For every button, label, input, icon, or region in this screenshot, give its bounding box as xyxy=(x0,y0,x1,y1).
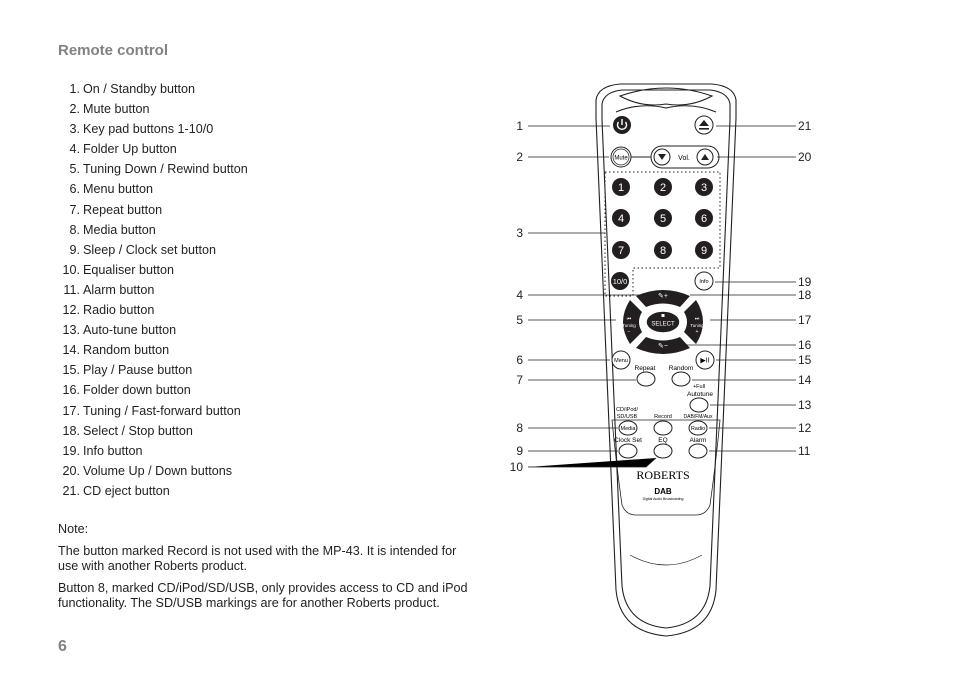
callout-number: 19 xyxy=(798,275,812,289)
mute-label: Mute xyxy=(614,156,628,162)
callout-number: 10 xyxy=(510,460,524,474)
callout-number: 5 xyxy=(516,313,523,327)
media-label: Media xyxy=(621,426,637,432)
callout-number: 12 xyxy=(798,421,812,435)
folder-up-icon: ✎+ xyxy=(658,293,668,300)
key-label: 6 xyxy=(701,213,707,225)
callout-number: 17 xyxy=(798,313,812,327)
dab-logo: DAB xyxy=(654,487,672,496)
info-label: Info xyxy=(699,279,708,285)
volume-label: Vol. xyxy=(678,155,690,162)
autotune-button[interactable] xyxy=(689,397,709,413)
radio-label: Radio xyxy=(691,426,705,432)
callout-number: 21 xyxy=(798,119,812,133)
key-label: 7 xyxy=(618,245,624,257)
key-label: 2 xyxy=(660,182,666,194)
menu-label: Menu xyxy=(614,358,628,364)
callout-number: 4 xyxy=(516,288,523,302)
clock-set-button[interactable] xyxy=(618,443,638,459)
alarm-label: Alarm xyxy=(690,437,707,444)
record-label: Record xyxy=(654,414,672,420)
random-label: Random xyxy=(669,365,694,372)
callout-number: 2 xyxy=(516,150,523,164)
callout-number: 11 xyxy=(798,444,811,458)
callout-number: 16 xyxy=(798,338,812,352)
fast-forward-icon: ⏭ xyxy=(695,316,700,322)
callout-number: 13 xyxy=(798,398,812,412)
repeat-button[interactable] xyxy=(636,371,656,387)
callout-number: 9 xyxy=(516,444,523,458)
remote-control-diagram: Mute Vol. 1 2 34 5 67 8 9 10/0 Info ✎+ ✎− ⏮ Tu… xyxy=(510,83,812,637)
key-label: 8 xyxy=(660,245,666,257)
callout-number: 6 xyxy=(516,353,523,367)
key-label: 9 xyxy=(701,245,707,257)
eq-label: EQ xyxy=(658,437,667,444)
svg-text:−: − xyxy=(628,329,631,335)
rewind-icon: ⏮ xyxy=(627,316,632,322)
callout-number: 8 xyxy=(516,421,523,435)
tuning-down-label: Tuning xyxy=(622,323,636,328)
media-top-label-1: CD/iPod/ xyxy=(616,407,638,413)
radio-top-label: DAB/FM/Aux xyxy=(684,414,713,420)
callout-number: 7 xyxy=(516,373,523,387)
full-autotune-label-1: +Full xyxy=(693,384,705,390)
callout-number: 18 xyxy=(798,288,812,302)
callout-number: 15 xyxy=(798,353,812,367)
eq-button[interactable] xyxy=(653,443,673,459)
tuning-up-label: Tuning xyxy=(690,323,704,328)
clock-set-label: Clock Set xyxy=(614,437,642,444)
tuning-up-button[interactable] xyxy=(684,300,703,344)
key-label: 5 xyxy=(660,213,666,225)
svg-text:+: + xyxy=(696,329,699,335)
callout-number: 20 xyxy=(798,150,812,164)
folder-down-icon: ✎− xyxy=(658,343,668,350)
alarm-button[interactable] xyxy=(688,443,708,459)
record-button[interactable] xyxy=(653,420,673,436)
random-button[interactable] xyxy=(671,371,691,387)
key-label: 3 xyxy=(701,182,707,194)
callout-number: 3 xyxy=(516,226,523,240)
repeat-label: Repeat xyxy=(635,365,656,372)
brand-logo: ROBERTS xyxy=(636,468,689,482)
key-10-0-label: 10/0 xyxy=(613,277,628,286)
callout-number: 14 xyxy=(798,373,812,387)
play-pause-icon: ▶II xyxy=(700,358,709,365)
dab-caption: Digital Audio Broadcasting xyxy=(643,497,684,501)
stop-icon xyxy=(661,314,665,317)
select-label: SELECT xyxy=(651,322,675,328)
full-autotune-label-2: Autotune xyxy=(687,391,713,398)
key-label: 4 xyxy=(618,213,624,225)
tuning-down-button[interactable] xyxy=(623,300,642,344)
callout-number: 1 xyxy=(516,119,523,133)
media-top-label-2: SD/USB xyxy=(617,414,638,420)
key-label: 1 xyxy=(618,182,624,194)
